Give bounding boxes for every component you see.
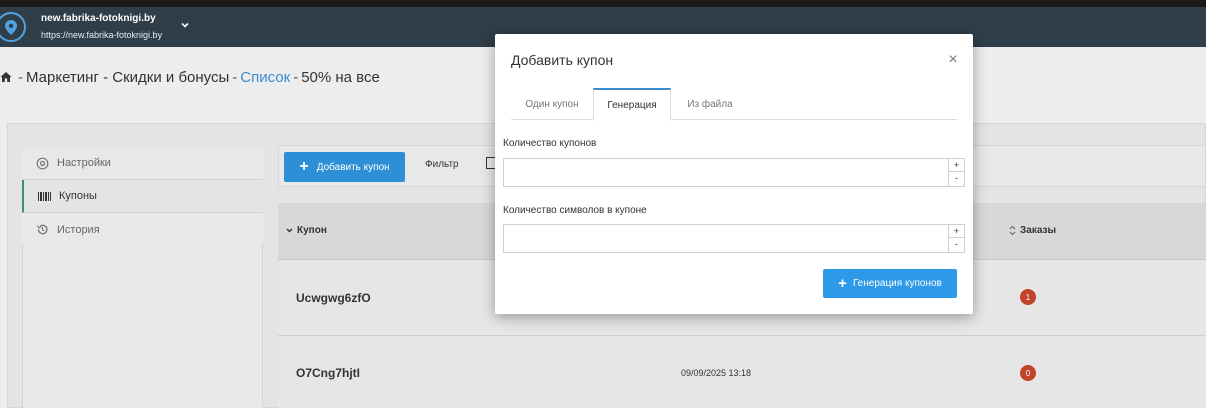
symbol-count-stepper: + - — [948, 225, 964, 252]
gear-icon — [36, 157, 49, 170]
orders-badge: 1 — [1020, 289, 1036, 305]
sidebar-item-coupons[interactable]: Купоны — [22, 180, 263, 213]
column-header-coupon[interactable]: Купон — [285, 225, 327, 236]
top-strip — [0, 0, 1206, 7]
column-label: Заказы — [1020, 225, 1057, 236]
increment-button[interactable]: + — [949, 225, 964, 238]
generate-coupons-button[interactable]: + Генерация купонов — [823, 269, 957, 298]
chevron-down-icon — [286, 228, 293, 233]
column-header-orders[interactable]: Заказы — [1008, 225, 1056, 236]
coupon-count-stepper: + - — [948, 159, 964, 186]
decrement-button[interactable]: - — [949, 238, 964, 251]
side-nav: Настройки Купоны История — [22, 147, 263, 246]
modal-tabs: Один купон Генерация Из файла — [511, 88, 957, 121]
location-pin-icon[interactable] — [0, 12, 26, 42]
add-coupon-label: Добавить купон — [316, 161, 390, 173]
breadcrumb-separator: - — [293, 68, 299, 86]
sidebar-item-settings[interactable]: Настройки — [22, 147, 263, 180]
breadcrumb: - Маркетинг - Скидки и бонусы - Список -… — [0, 67, 380, 87]
coupon-count-input[interactable]: + - — [503, 158, 965, 187]
modal-title: Добавить купон — [511, 52, 614, 68]
decrement-button[interactable]: - — [949, 172, 964, 185]
tab-single-coupon[interactable]: Один купон — [511, 88, 593, 120]
add-coupon-button[interactable]: + Добавить купон — [284, 152, 405, 182]
tab-generation[interactable]: Генерация — [593, 88, 671, 121]
home-icon[interactable] — [0, 71, 12, 83]
site-name[interactable]: new.fabrika-fotoknigi.by — [41, 13, 156, 24]
sort-icon — [1009, 225, 1016, 236]
plus-icon: + — [838, 275, 847, 292]
increment-button[interactable]: + — [949, 159, 964, 172]
orders-badge: 0 — [1020, 365, 1036, 381]
breadcrumb-link-list[interactable]: Список — [240, 69, 290, 86]
breadcrumb-current: 50% на все — [301, 68, 380, 86]
sidebar-fill — [22, 243, 263, 408]
coupon-code[interactable]: O7Cng7hjtI — [296, 366, 360, 380]
breadcrumb-section: Маркетинг - Скидки и бонусы — [26, 68, 230, 86]
close-icon[interactable]: × — [945, 52, 961, 68]
symbol-count-input[interactable]: + - — [503, 224, 965, 253]
breadcrumb-separator: - — [18, 68, 23, 86]
barcode-icon — [38, 190, 51, 203]
coupon-count-label: Количество купонов — [503, 138, 597, 149]
coupon-date: 09/09/2025 13:18 — [681, 368, 752, 378]
tab-from-file[interactable]: Из файла — [671, 88, 749, 120]
generate-label: Генерация купонов — [852, 278, 942, 289]
chevron-down-icon[interactable] — [179, 19, 191, 31]
sidebar-item-label: Настройки — [57, 157, 111, 169]
sidebar-item-history[interactable]: История — [22, 213, 263, 246]
breadcrumb-separator: - — [232, 68, 238, 86]
history-icon — [36, 223, 49, 236]
filter-link[interactable]: Фильтр — [425, 159, 459, 170]
add-coupon-modal: Добавить купон × Один купон Генерация Из… — [495, 34, 973, 314]
plus-icon: + — [299, 158, 309, 175]
symbol-count-label: Количество символов в купоне — [503, 205, 647, 216]
column-label: Купон — [297, 225, 327, 236]
sidebar-item-label: Купоны — [59, 190, 97, 202]
site-url: https://new.fabrika-fotoknigi.by — [41, 30, 163, 40]
sidebar-item-label: История — [57, 223, 100, 236]
coupon-code[interactable]: Ucwgwg6zfO — [296, 291, 371, 305]
